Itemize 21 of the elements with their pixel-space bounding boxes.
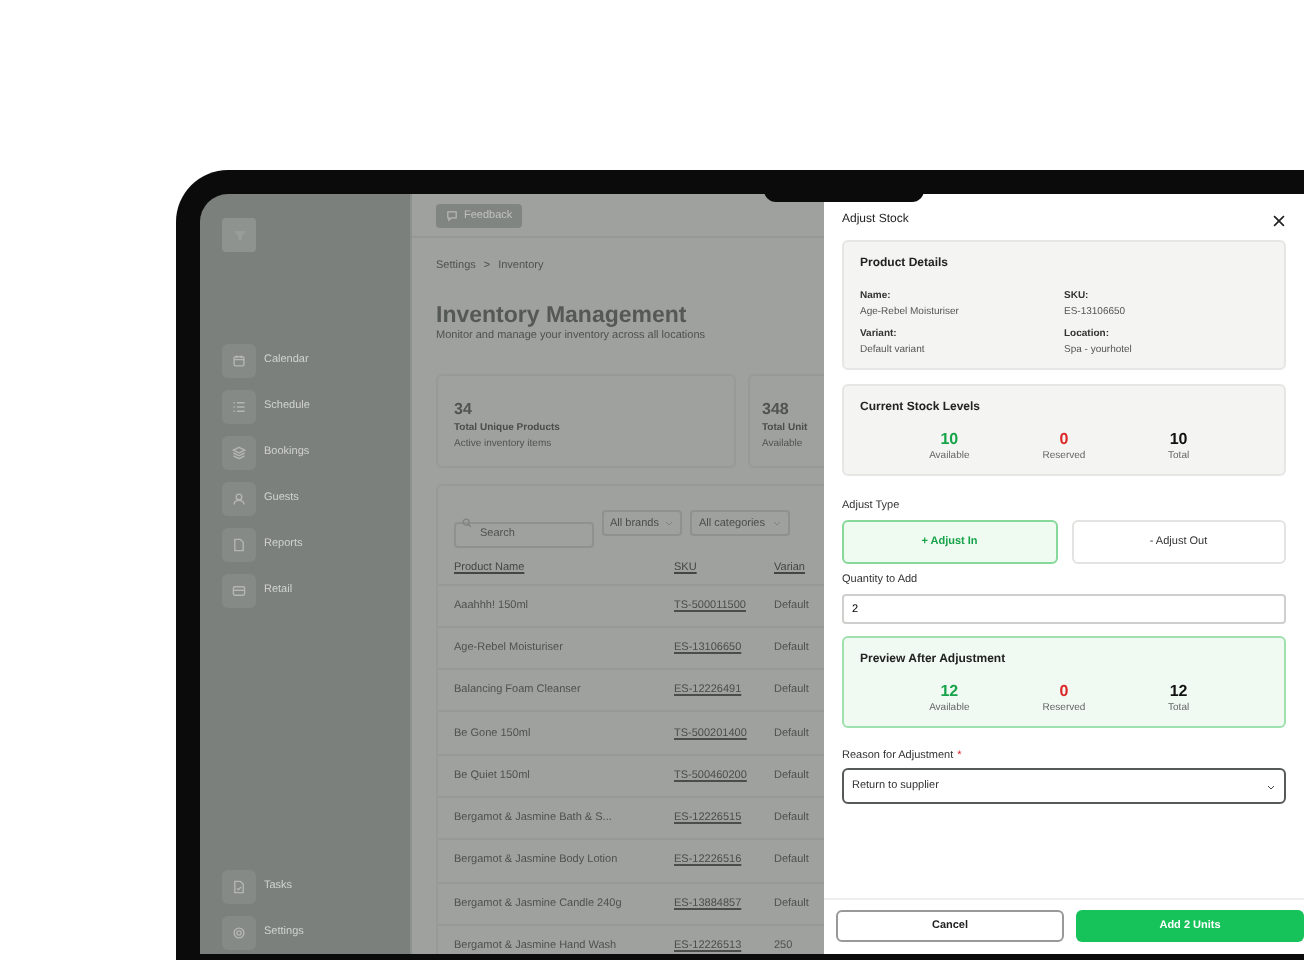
checked-document-icon <box>232 879 246 893</box>
stock-value: 0 <box>1059 430 1069 448</box>
stock-value: 12 <box>940 682 959 700</box>
person-icon <box>232 491 246 505</box>
stock-value: 10 <box>1169 430 1188 448</box>
page-title: Inventory Management <box>436 304 689 328</box>
close-icon[interactable] <box>1272 213 1286 227</box>
card-icon <box>232 583 246 597</box>
settings-icon <box>232 925 246 939</box>
chat-bubble-icon <box>446 209 458 221</box>
logo-icon <box>222 218 256 252</box>
stock-value: 10 <box>940 430 959 448</box>
layers-icon <box>232 445 246 459</box>
document-icon <box>232 537 246 551</box>
stock-value: 12 <box>1169 682 1188 700</box>
calendar-icon <box>232 353 246 367</box>
stat-value: 34 <box>454 400 474 418</box>
search-icon <box>462 518 472 528</box>
list-icon <box>232 399 246 413</box>
stat-value: 348 <box>762 400 791 418</box>
stock-value: 0 <box>1059 682 1069 700</box>
